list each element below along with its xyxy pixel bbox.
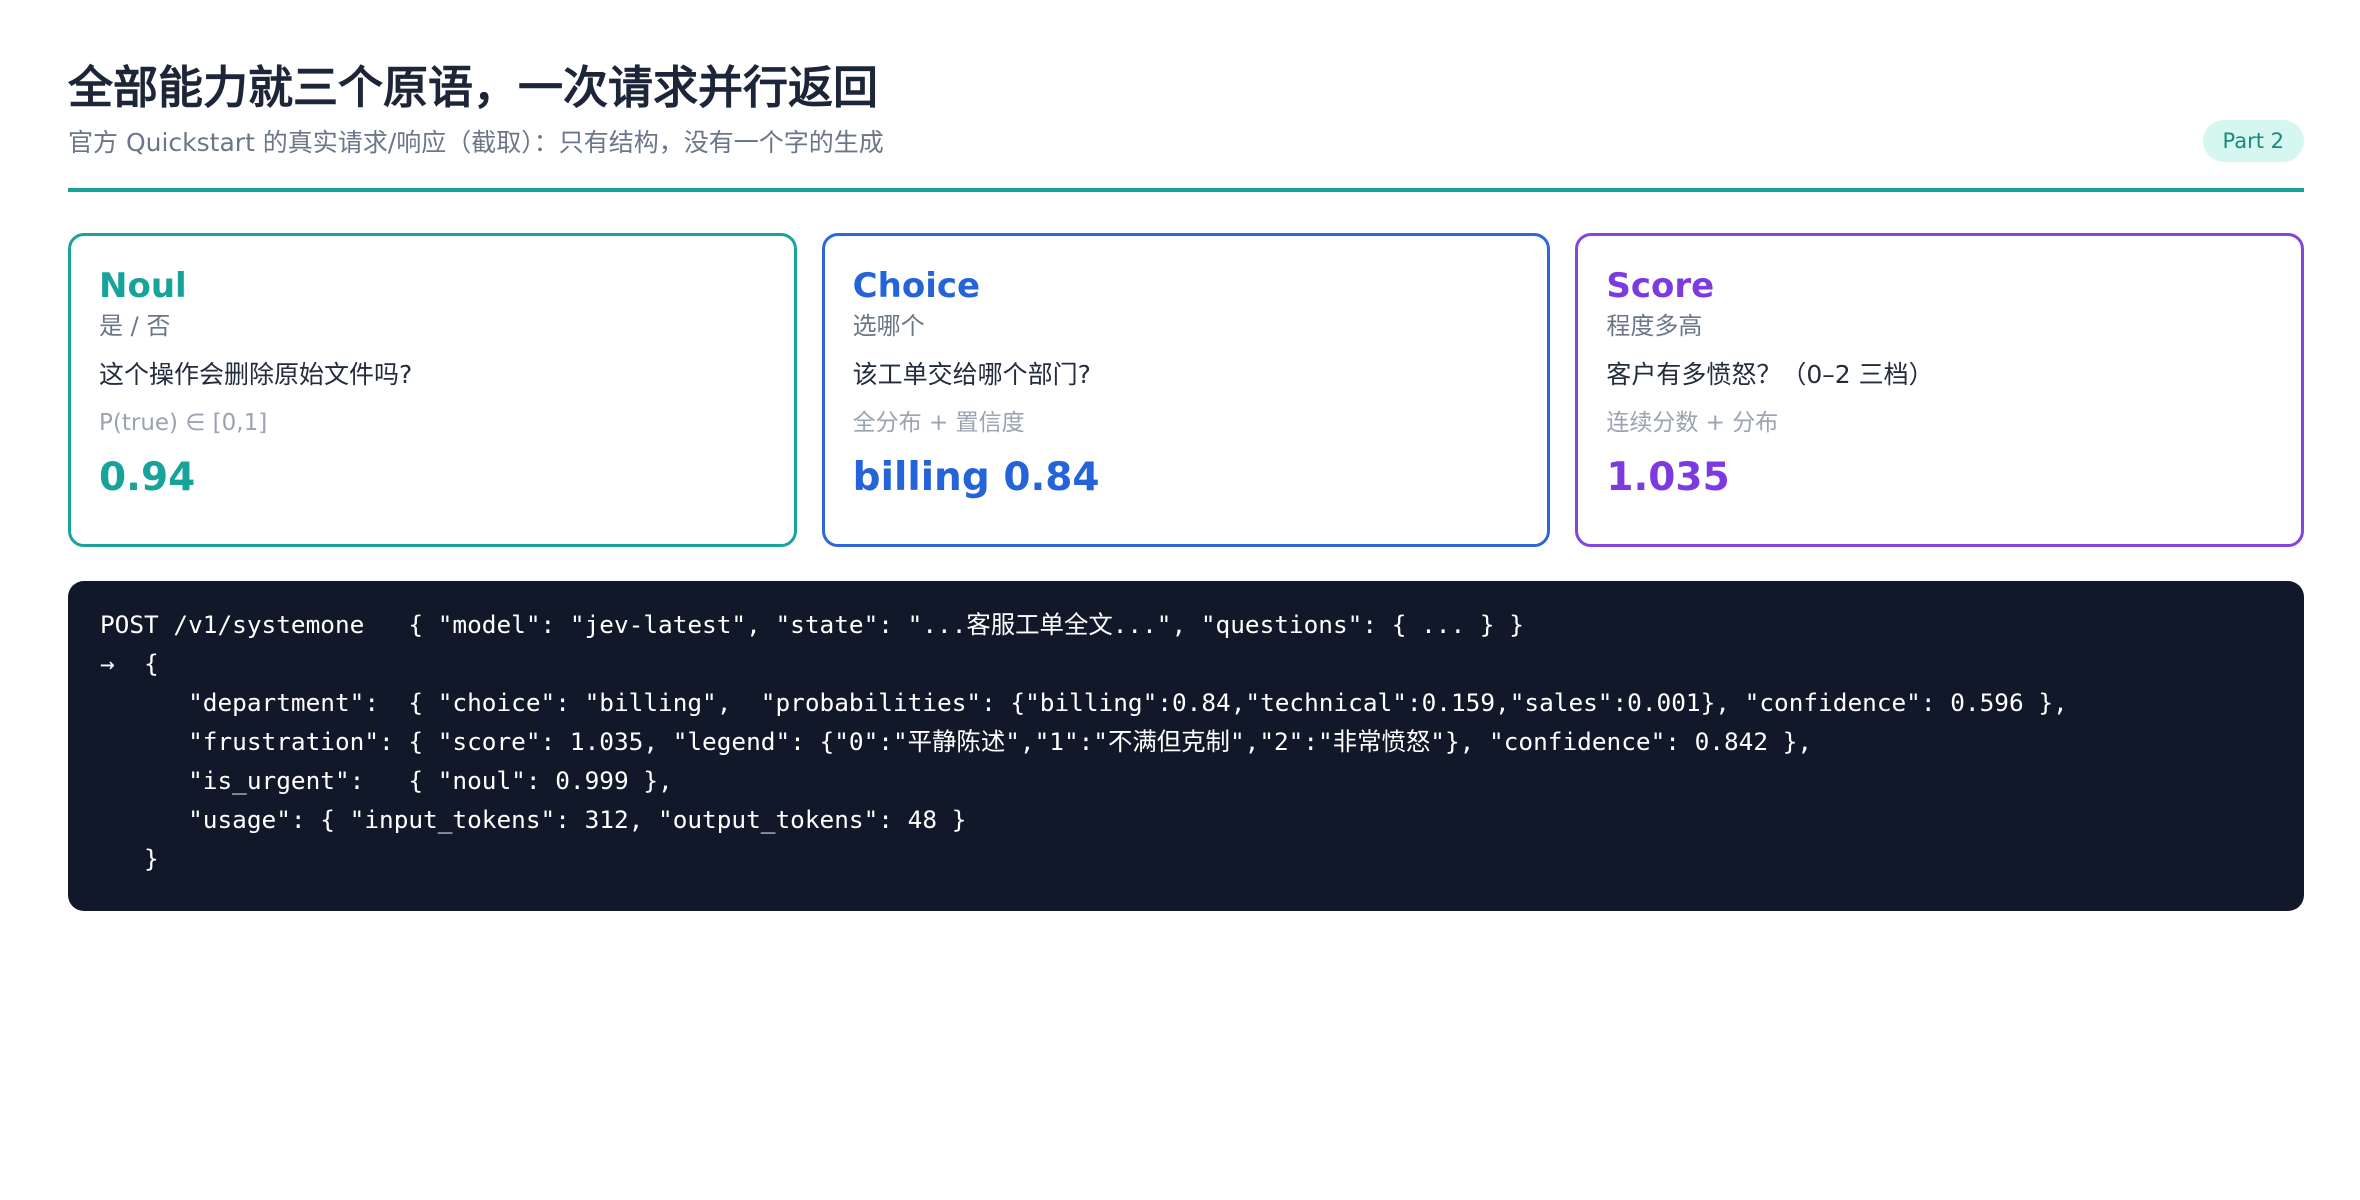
card-title: Choice	[852, 266, 981, 306]
primitive-cards: Noul 是 / 否 这个操作会删除原始文件吗? P(true) ∈ [0,1]…	[68, 233, 2305, 547]
card-title: Noul	[99, 266, 187, 306]
card-score: Score 程度多高 客户有多愤怒？（0–2 三档） 连续分数 + 分布 1.0…	[1575, 233, 2305, 547]
page-title: 全部能力就三个原语，一次请求并行返回	[68, 61, 879, 114]
code-line: "is_urgent": { "noul": 0.999 },	[100, 766, 673, 795]
page-subtitle: 官方 Quickstart 的真实请求/响应（截取）：只有结构，没有一个字的生成	[68, 128, 884, 157]
card-question: 这个操作会删除原始文件吗?	[99, 360, 413, 389]
card-subtitle: 是 / 否	[99, 312, 171, 340]
slide: 全部能力就三个原语，一次请求并行返回 官方 Quickstart 的真实请求/响…	[68, 60, 2305, 911]
code-line: "frustration": { "score": 1.035, "legend…	[100, 727, 1813, 756]
code-line: }	[100, 844, 159, 873]
card-subtitle: 选哪个	[852, 312, 925, 340]
card-meta: 连续分数 + 分布	[1606, 410, 1779, 436]
card-noul: Noul 是 / 否 这个操作会删除原始文件吗? P(true) ∈ [0,1]…	[68, 233, 797, 547]
card-title: Score	[1606, 266, 1715, 306]
title-divider	[68, 188, 2304, 192]
code-line: "usage": { "input_tokens": 312, "output_…	[100, 805, 967, 834]
code-line: → {	[100, 649, 159, 678]
card-meta: P(true) ∈ [0,1]	[99, 410, 268, 436]
card-question: 客户有多愤怒？（0–2 三档）	[1606, 360, 1934, 389]
card-value: 1.035	[1606, 455, 1730, 500]
code-line: POST /v1/systemone { "model": "jev-lates…	[100, 610, 1524, 639]
card-choice: Choice 选哪个 该工单交给哪个部门? 全分布 + 置信度 billing …	[821, 233, 1551, 547]
card-value: billing 0.84	[852, 455, 1100, 500]
part-badge: Part 2	[2202, 120, 2304, 162]
card-question: 该工单交给哪个部门?	[852, 360, 1091, 389]
code-line: "department": { "choice": "billing", "pr…	[100, 688, 2068, 717]
card-meta: 全分布 + 置信度	[852, 410, 1025, 436]
card-subtitle: 程度多高	[1606, 312, 1703, 340]
code-block: POST /v1/systemone { "model": "jev-lates…	[68, 581, 2304, 911]
card-value: 0.94	[99, 455, 196, 500]
